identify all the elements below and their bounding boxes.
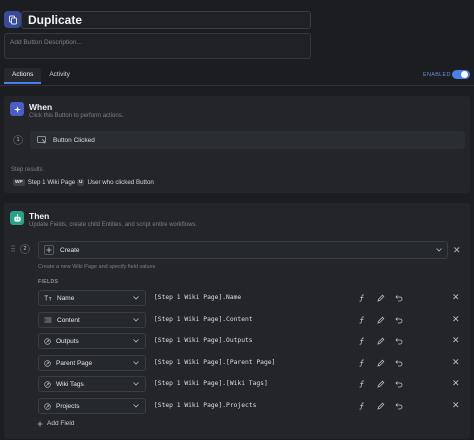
- link-entity-icon: [44, 380, 51, 388]
- field-name: Content: [57, 316, 80, 324]
- pencil-icon[interactable]: [377, 380, 385, 388]
- remove-step-close-icon[interactable]: ✕: [453, 245, 461, 255]
- link-entity-icon: [44, 337, 51, 345]
- field-select-content[interactable]: Content: [38, 312, 146, 328]
- plus-icon: [44, 245, 54, 255]
- step-number-1: 1: [13, 135, 23, 145]
- step-number-2: 2: [20, 244, 30, 254]
- link-entity-icon: [44, 402, 51, 410]
- reset-icon[interactable]: [395, 380, 403, 388]
- when-title: When: [29, 102, 53, 112]
- tab-actions[interactable]: Actions: [4, 68, 42, 84]
- pencil-icon[interactable]: [377, 316, 385, 324]
- then-subtitle: Update Fields, create child Entities, an…: [29, 222, 198, 228]
- field-select-wiki-tags[interactable]: Wiki Tags: [38, 376, 146, 392]
- enabled-label: ENABLED: [423, 72, 451, 78]
- button-entity-icon: [4, 11, 21, 28]
- trigger-row[interactable]: [30, 131, 465, 149]
- action-type-label: Create: [60, 247, 80, 254]
- chevron-down-icon: [133, 404, 139, 408]
- tab-activity[interactable]: Activity: [41, 68, 78, 84]
- field-select-name[interactable]: Name: [38, 290, 146, 306]
- button-description-input[interactable]: Add Button Description...: [4, 33, 311, 59]
- tab-divider: [0, 85, 474, 86]
- pencil-icon[interactable]: [377, 402, 385, 410]
- field-value-input[interactable]: [Step 1 Wiki Page].[Parent Page]: [154, 359, 275, 366]
- cursor-click-icon: [37, 136, 47, 144]
- when-subtitle: Click this Button to perform actions.: [29, 113, 124, 119]
- toggle-knob: [461, 71, 468, 78]
- formula-icon[interactable]: [358, 294, 366, 302]
- sparkle-icon: [10, 102, 24, 116]
- field-select-outputs[interactable]: Outputs: [38, 333, 146, 349]
- result-label: Step 1 Wiki Page: [27, 178, 76, 186]
- then-title: Then: [29, 211, 50, 221]
- action-type-select[interactable]: [38, 241, 448, 259]
- reset-icon[interactable]: [395, 294, 403, 302]
- remove-field-close-icon[interactable]: ✕: [452, 335, 460, 345]
- chevron-down-icon: [436, 248, 442, 252]
- rich-text-icon: [44, 317, 52, 323]
- field-select-projects[interactable]: Projects: [38, 398, 146, 414]
- reset-icon[interactable]: [395, 402, 403, 410]
- chevron-down-icon: [133, 382, 139, 386]
- formula-icon[interactable]: [358, 359, 366, 367]
- chevron-down-icon: [133, 296, 139, 300]
- field-select-parent-page[interactable]: Parent Page: [38, 355, 146, 371]
- result-label: User who clicked Button: [87, 178, 154, 186]
- link-entity-icon: [44, 359, 51, 367]
- formula-icon[interactable]: [358, 402, 366, 410]
- chevron-down-icon: [133, 318, 139, 322]
- formula-icon[interactable]: [358, 380, 366, 388]
- text-type-icon: [44, 295, 52, 301]
- user-tag-icon: U: [77, 178, 85, 186]
- field-value-input[interactable]: [Step 1 Wiki Page].Name: [154, 294, 241, 301]
- field-name: Wiki Tags: [56, 380, 84, 388]
- formula-icon[interactable]: [358, 337, 366, 345]
- robot-icon: [10, 211, 24, 225]
- wiki-page-tag-icon: WP: [13, 178, 25, 186]
- remove-field-close-icon[interactable]: ✕: [452, 314, 460, 324]
- field-value-input[interactable]: [Step 1 Wiki Page].Content: [154, 316, 253, 323]
- field-name: Outputs: [56, 337, 79, 345]
- result-chip-user[interactable]: U User who clicked Button: [74, 177, 157, 187]
- chevron-down-icon: [133, 361, 139, 365]
- remove-field-close-icon[interactable]: ✕: [452, 292, 460, 302]
- reset-icon[interactable]: [395, 337, 403, 345]
- field-name: Name: [57, 294, 75, 302]
- remove-field-close-icon[interactable]: ✕: [452, 400, 460, 410]
- fields-label: FIELDS: [38, 279, 59, 285]
- reset-icon[interactable]: [395, 316, 403, 324]
- add-field-button[interactable]: Add Field: [37, 420, 74, 427]
- field-name: Projects: [56, 402, 80, 410]
- remove-field-close-icon[interactable]: ✕: [452, 378, 460, 388]
- add-field-label: Add Field: [47, 420, 75, 427]
- step-results-label: Step results: [11, 167, 43, 173]
- field-value-input[interactable]: [Step 1 Wiki Page].Projects: [154, 402, 256, 409]
- button-title-input[interactable]: Duplicate: [21, 11, 311, 29]
- field-value-input[interactable]: [Step 1 Wiki Page].Outputs: [154, 337, 253, 344]
- pencil-icon[interactable]: [377, 359, 385, 367]
- drag-handle-icon[interactable]: [11, 245, 15, 252]
- trigger-label: Button Clicked: [53, 137, 95, 144]
- remove-field-close-icon[interactable]: ✕: [452, 357, 460, 367]
- result-chip-wiki-page[interactable]: WP Step 1 Wiki Page: [10, 177, 78, 187]
- tab-bar: Actions Activity: [4, 68, 78, 84]
- action-hint: Create a new Wiki Page and specify field…: [38, 264, 156, 270]
- formula-icon[interactable]: [358, 316, 366, 324]
- field-name: Parent Page: [56, 359, 93, 367]
- field-value-input[interactable]: [Step 1 Wiki Page].[Wiki Tags]: [154, 380, 268, 387]
- chevron-down-icon: [133, 339, 139, 343]
- pencil-icon[interactable]: [377, 337, 385, 345]
- pencil-icon[interactable]: [377, 294, 385, 302]
- plus-icon: [37, 421, 43, 427]
- reset-icon[interactable]: [395, 359, 403, 367]
